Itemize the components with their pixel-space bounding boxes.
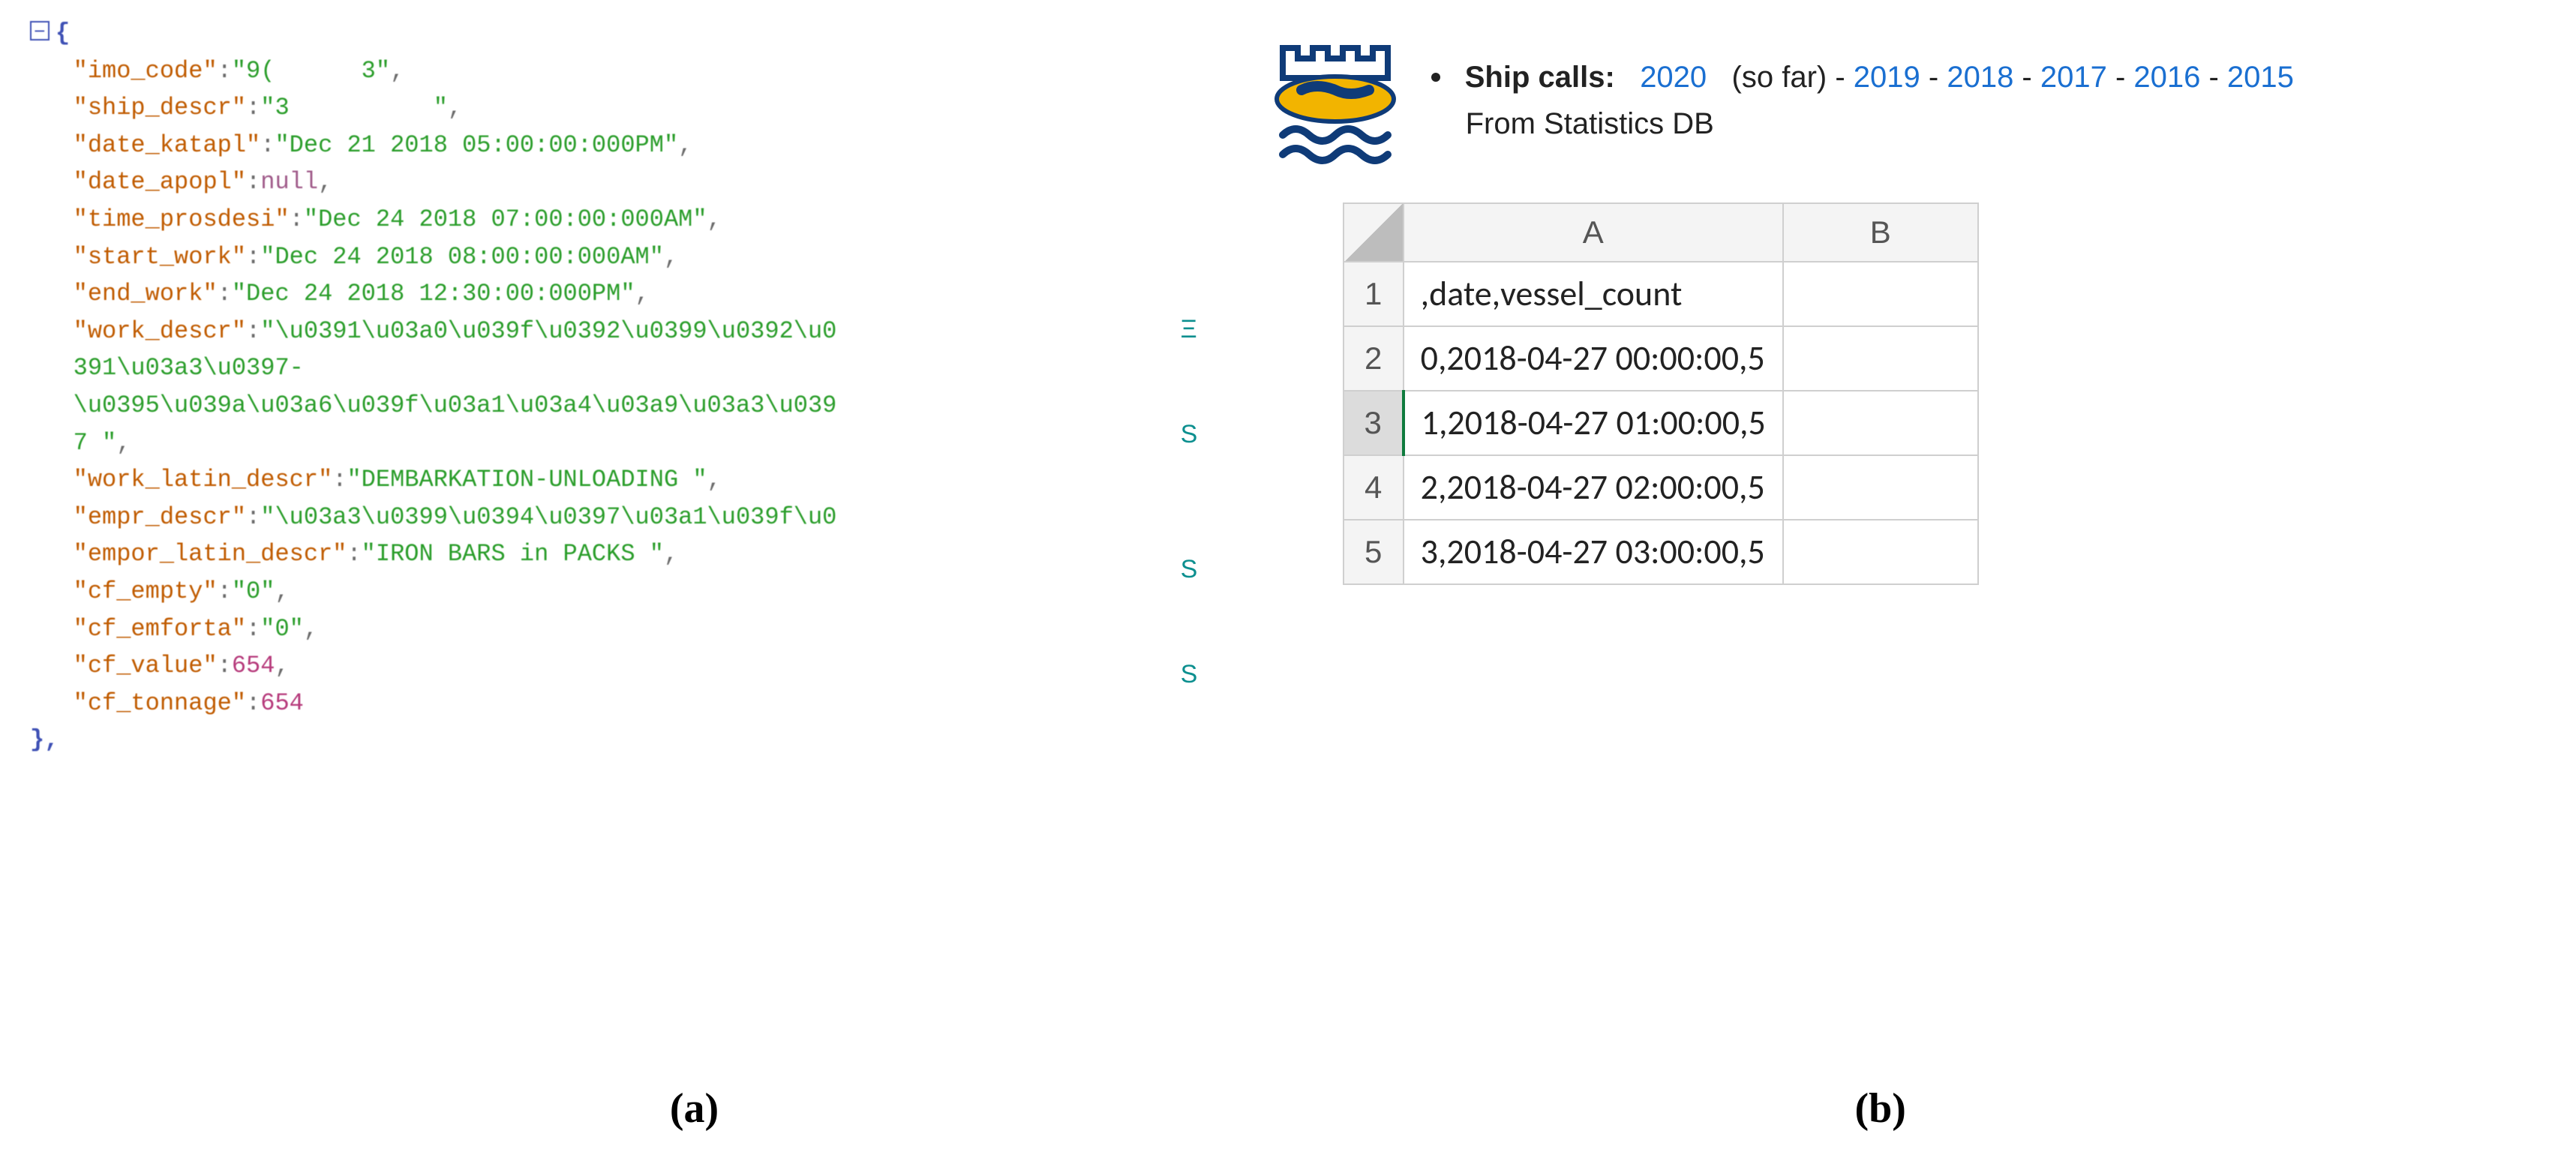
cell[interactable] (1783, 520, 1978, 584)
json-line: 7 ", (30, 424, 1163, 462)
tick-mark-icon: S (1181, 555, 1198, 584)
json-line: "work_descr":"\u0391\u03a0\u039f\u0392\u… (30, 313, 1163, 350)
table-row[interactable]: 53,2018-04-27 03:00:00,5 (1344, 520, 1978, 584)
cell[interactable]: 0,2018-04-27 00:00:00,5 (1404, 326, 1783, 391)
json-line: "cf_tonnage":654 (30, 685, 1163, 722)
table-row[interactable]: 20,2018-04-27 00:00:00,5 (1344, 326, 1978, 391)
spreadsheet[interactable]: A B 1,date,vessel_count20,2018-04-27 00:… (1343, 202, 1979, 585)
column-header-B[interactable]: B (1783, 203, 1978, 262)
cell[interactable] (1783, 262, 1978, 326)
tick-mark-icon: Ξ (1181, 315, 1197, 344)
row-header[interactable]: 5 (1344, 520, 1404, 584)
right-header: Ship calls: 2020 (so far) - 2019 - 2018 … (1260, 45, 2553, 172)
dash-separator: - (2200, 61, 2227, 94)
dash-separator: - (1835, 61, 1853, 94)
year-link-2015[interactable]: 2015 (2227, 61, 2294, 94)
from-stats-db: From Statistics DB (1466, 100, 2294, 147)
ship-calls-label: Ship calls: (1465, 61, 1615, 94)
row-header[interactable]: 3 (1344, 391, 1404, 455)
cell[interactable]: 2,2018-04-27 02:00:00,5 (1404, 455, 1783, 520)
figure-caption-b: (b) (1854, 1084, 1905, 1132)
sheet-corner-selectall[interactable] (1344, 203, 1404, 262)
so-far-text: (so far) (1732, 61, 1827, 94)
collapse-icon[interactable] (30, 21, 50, 40)
cell[interactable] (1783, 391, 1978, 455)
dash-separator: - (1920, 61, 1947, 94)
port-authority-logo (1260, 45, 1410, 172)
json-line: "date_apopl":null, (30, 164, 1163, 201)
json-line: "end_work":"Dec 24 2018 12:30:00:000PM", (30, 275, 1163, 313)
table-row[interactable]: 31,2018-04-27 01:00:00,5 (1344, 391, 1978, 455)
json-line: \u0395\u039a\u03a6\u039f\u03a1\u03a4\u03… (30, 387, 1163, 424)
year-link-2017[interactable]: 2017 (2040, 61, 2107, 94)
row-header[interactable]: 2 (1344, 326, 1404, 391)
figure-caption-a: (a) (670, 1084, 719, 1132)
cell[interactable]: 3,2018-04-27 03:00:00,5 (1404, 520, 1783, 584)
table-row[interactable]: 42,2018-04-27 02:00:00,5 (1344, 455, 1978, 520)
json-line: "ship_descr":"3 ", (30, 89, 1163, 127)
json-line: "cf_empty":"0", (30, 573, 1163, 610)
dash-separator: - (2107, 61, 2134, 94)
table-row[interactable]: 1,date,vessel_count (1344, 262, 1978, 326)
ship-calls-line: Ship calls: 2020 (so far) - 2019 - 2018 … (1431, 54, 2294, 147)
json-line: "cf_value":654, (30, 647, 1163, 685)
json-line: "imo_code":"9( 3", (30, 52, 1163, 90)
tick-mark-icon: S (1181, 660, 1198, 689)
year-link-2019[interactable]: 2019 (1854, 61, 1920, 94)
json-line: "start_work":"Dec 24 2018 08:00:00:000AM… (30, 238, 1163, 276)
column-header-A[interactable]: A (1404, 203, 1783, 262)
row-header[interactable]: 1 (1344, 262, 1404, 326)
json-block: { "imo_code":"9( 3", "ship_descr":"3 ", … (30, 15, 1163, 759)
cell[interactable] (1783, 326, 1978, 391)
json-source-panel: { "imo_code":"9( 3", "ship_descr":"3 ", … (0, 0, 1185, 1152)
cell[interactable] (1783, 455, 1978, 520)
json-line: "empor_latin_descr":"IRON BARS in PACKS … (30, 536, 1163, 573)
year-link-2020[interactable]: 2020 (1640, 61, 1707, 94)
bullet-icon (1431, 73, 1440, 82)
json-line: "cf_emforta":"0", (30, 610, 1163, 648)
json-line: 391\u03a3\u0397- (30, 350, 1163, 387)
cell[interactable]: ,date,vessel_count (1404, 262, 1783, 326)
year-link-2018[interactable]: 2018 (1947, 61, 2013, 94)
right-panel: Ship calls: 2020 (so far) - 2019 - 2018 … (1185, 0, 2576, 1152)
row-header[interactable]: 4 (1344, 455, 1404, 520)
year-link-2016[interactable]: 2016 (2133, 61, 2200, 94)
tick-mark-icon: S (1181, 420, 1198, 449)
json-line: "time_prosdesi":"Dec 24 2018 07:00:00:00… (30, 201, 1163, 238)
json-line: "work_latin_descr":"DEMBARKATION-UNLOADI… (30, 461, 1163, 499)
json-line: "empr_descr":"\u03a3\u0399\u0394\u0397\u… (30, 499, 1163, 536)
cell[interactable]: 1,2018-04-27 01:00:00,5 (1404, 391, 1783, 455)
json-line: "date_katapl":"Dec 21 2018 05:00:00:000P… (30, 127, 1163, 164)
dash-separator: - (2013, 61, 2040, 94)
